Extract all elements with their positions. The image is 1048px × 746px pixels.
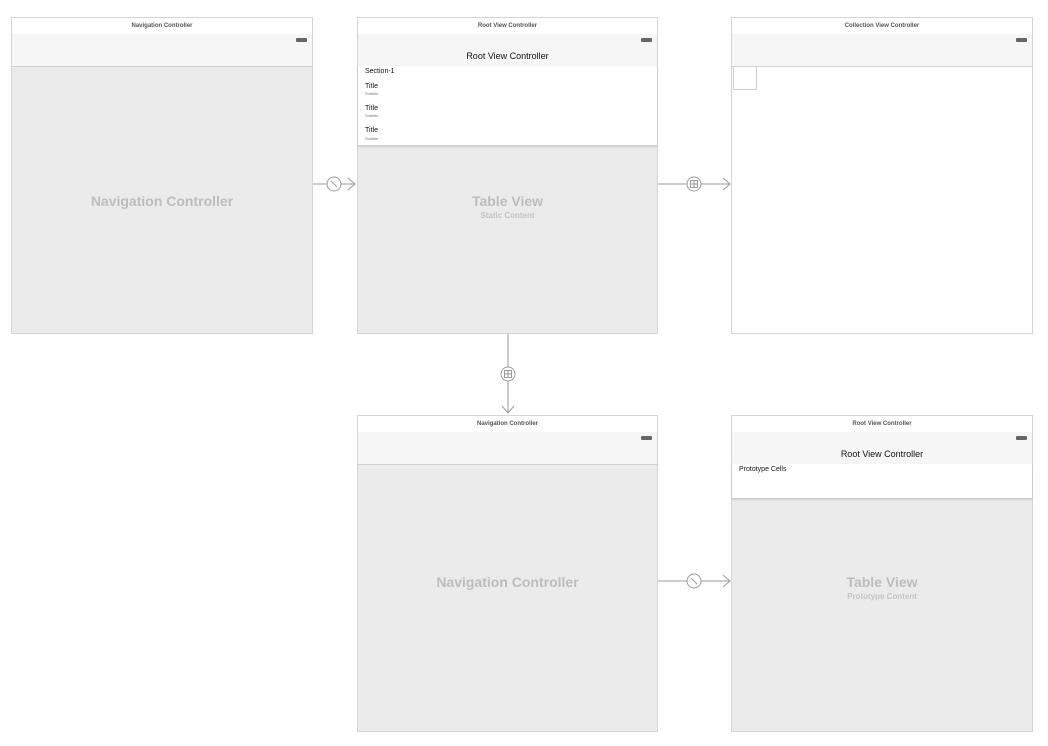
segue-root1-nav2[interactable] <box>500 334 516 414</box>
segue-root1-collection[interactable] <box>658 176 731 192</box>
segue-nav1-root1[interactable] <box>313 176 356 192</box>
segue-layer <box>313 176 731 589</box>
segue-nav2-root2[interactable] <box>658 573 731 589</box>
